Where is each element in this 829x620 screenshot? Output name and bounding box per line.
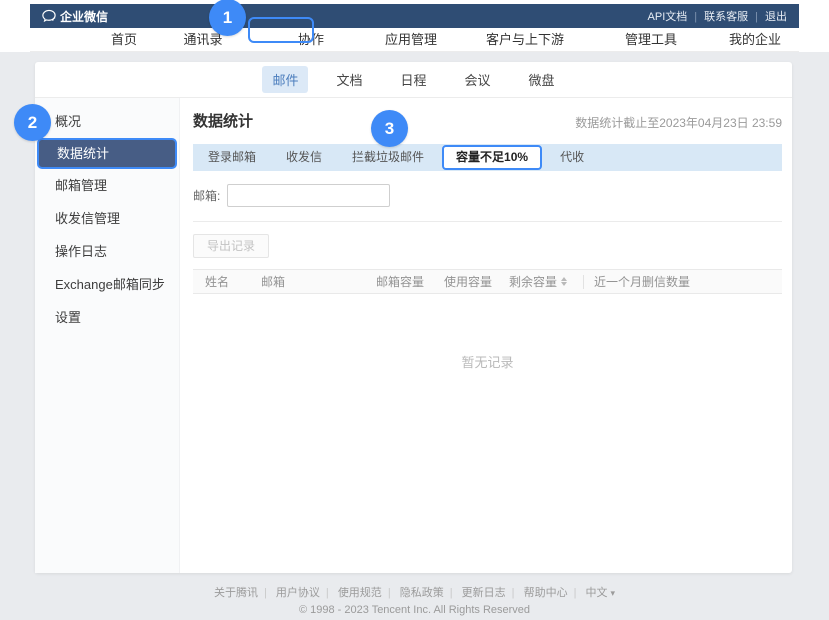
statistics-tabs: 登录邮箱 收发信 拦截垃圾邮件 容量不足10% 代收 xyxy=(193,144,782,171)
footer-link-help-center[interactable]: 帮助中心 xyxy=(524,587,583,599)
footer-link-privacy-policy[interactable]: 隐私政策 xyxy=(400,587,459,599)
main-panel: 数据统计 数据统计截止至2023年04月23日 23:59 登录邮箱 收发信 拦… xyxy=(180,98,792,573)
empty-state-text: 暂无记录 xyxy=(193,352,782,371)
table-header-row: 姓名 邮箱 邮箱容量 使用容量 剩余容量 近一个月删信数量 xyxy=(193,269,782,294)
active-nav-indicator xyxy=(258,41,280,43)
stat-tab-login-mailbox[interactable]: 登录邮箱 xyxy=(193,144,271,171)
page-footer: 关于腾讯 用户协议 使用规范 隐私政策 更新日志 帮助中心 中文▾ © 1998… xyxy=(0,584,829,616)
nav-item-admin-tools[interactable]: 管理工具 xyxy=(625,28,677,51)
contact-support-link[interactable]: 联系客服 xyxy=(704,8,765,24)
main-header: 数据统计 数据统计截止至2023年04月23日 23:59 xyxy=(193,110,782,131)
column-header-name: 姓名 xyxy=(193,273,261,290)
nav-item-customers[interactable]: 客户与上下游 xyxy=(486,28,564,51)
tab-docs[interactable]: 文档 xyxy=(326,66,372,93)
sort-icon[interactable] xyxy=(561,277,567,286)
sidebar-item-mailbox-management[interactable]: 邮箱管理 xyxy=(35,169,179,202)
copyright-text: © 1998 - 2023 Tencent Inc. All Rights Re… xyxy=(0,604,829,616)
card-body: 概况 数据统计 邮箱管理 收发信管理 操作日志 Exchange邮箱同步 设置 … xyxy=(35,98,792,573)
annotation-badge-1: 1 xyxy=(209,0,246,36)
main-nav: 首页 通讯录 协作 应用管理 客户与上下游 管理工具 我的企业 xyxy=(30,28,799,52)
stat-tab-low-capacity[interactable]: 容量不足10% xyxy=(442,145,542,170)
tab-meeting[interactable]: 会议 xyxy=(455,66,501,93)
mail-sidebar: 概况 数据统计 邮箱管理 收发信管理 操作日志 Exchange邮箱同步 设置 xyxy=(35,98,180,573)
section-divider xyxy=(193,221,782,222)
mailbox-filter-input[interactable] xyxy=(227,184,390,207)
column-header-remaining-label: 剩余容量 xyxy=(509,273,557,290)
footer-link-changelog[interactable]: 更新日志 xyxy=(462,587,521,599)
api-docs-link[interactable]: API文档 xyxy=(648,8,705,24)
top-bar: 企业微信 API文档 联系客服 退出 xyxy=(30,4,799,28)
stat-tab-spam-blocked[interactable]: 拦截垃圾邮件 xyxy=(337,144,439,171)
column-header-remaining[interactable]: 剩余容量 xyxy=(509,273,583,290)
app-logo-text: 企业微信 xyxy=(60,8,108,25)
tab-mail[interactable]: 邮件 xyxy=(262,66,308,93)
annotation-badge-2: 2 xyxy=(14,104,51,141)
page-title: 数据统计 xyxy=(193,110,253,131)
footer-link-user-agreement[interactable]: 用户协议 xyxy=(276,587,335,599)
filter-row: 邮箱: xyxy=(193,184,782,207)
statistics-deadline: 数据统计截止至2023年04月23日 23:59 xyxy=(575,114,782,131)
nav-item-my-company[interactable]: 我的企业 xyxy=(729,28,781,51)
sidebar-item-settings[interactable]: 设置 xyxy=(35,301,179,334)
wechat-work-bubble-icon xyxy=(42,9,56,23)
sidebar-item-exchange-sync[interactable]: Exchange邮箱同步 xyxy=(35,268,179,301)
stat-tab-proxy-receive[interactable]: 代收 xyxy=(545,144,599,171)
app-logo: 企业微信 xyxy=(42,8,108,25)
logout-link[interactable]: 退出 xyxy=(765,8,787,24)
stat-tab-send-receive[interactable]: 收发信 xyxy=(271,144,337,171)
chevron-down-icon: ▾ xyxy=(611,588,616,598)
footer-links: 关于腾讯 用户协议 使用规范 隐私政策 更新日志 帮助中心 中文▾ xyxy=(0,584,829,600)
topbar-links: API文档 联系客服 退出 xyxy=(648,8,787,24)
footer-link-usage-rules[interactable]: 使用规范 xyxy=(338,587,397,599)
footer-link-about-tencent[interactable]: 关于腾讯 xyxy=(214,587,273,599)
mailbox-filter-label: 邮箱: xyxy=(193,187,220,204)
content-card: 邮件 文档 日程 会议 微盘 概况 数据统计 邮箱管理 收发信管理 操作日志 E… xyxy=(35,62,792,573)
nav-item-collaboration[interactable]: 协作 xyxy=(298,28,324,51)
column-header-mailbox: 邮箱 xyxy=(261,273,376,290)
tab-drive[interactable]: 微盘 xyxy=(519,66,565,93)
column-header-used: 使用容量 xyxy=(444,273,509,290)
nav-item-app-management[interactable]: 应用管理 xyxy=(385,28,437,51)
sidebar-item-send-receive-management[interactable]: 收发信管理 xyxy=(35,202,179,235)
sidebar-item-data-statistics[interactable]: 数据统计 xyxy=(37,138,177,169)
annotation-badge-3: 3 xyxy=(371,110,408,147)
nav-item-home[interactable]: 首页 xyxy=(111,28,137,51)
column-header-capacity: 邮箱容量 xyxy=(376,273,444,290)
column-header-deleted: 近一个月删信数量 xyxy=(583,275,782,289)
tab-calendar[interactable]: 日程 xyxy=(390,66,436,93)
module-tabs: 邮件 文档 日程 会议 微盘 xyxy=(35,62,792,98)
export-records-button[interactable]: 导出记录 xyxy=(193,234,269,258)
footer-language-selector[interactable]: 中文 xyxy=(586,587,608,599)
sidebar-item-operation-log[interactable]: 操作日志 xyxy=(35,235,179,268)
sidebar-item-overview[interactable]: 概况 xyxy=(35,105,179,138)
